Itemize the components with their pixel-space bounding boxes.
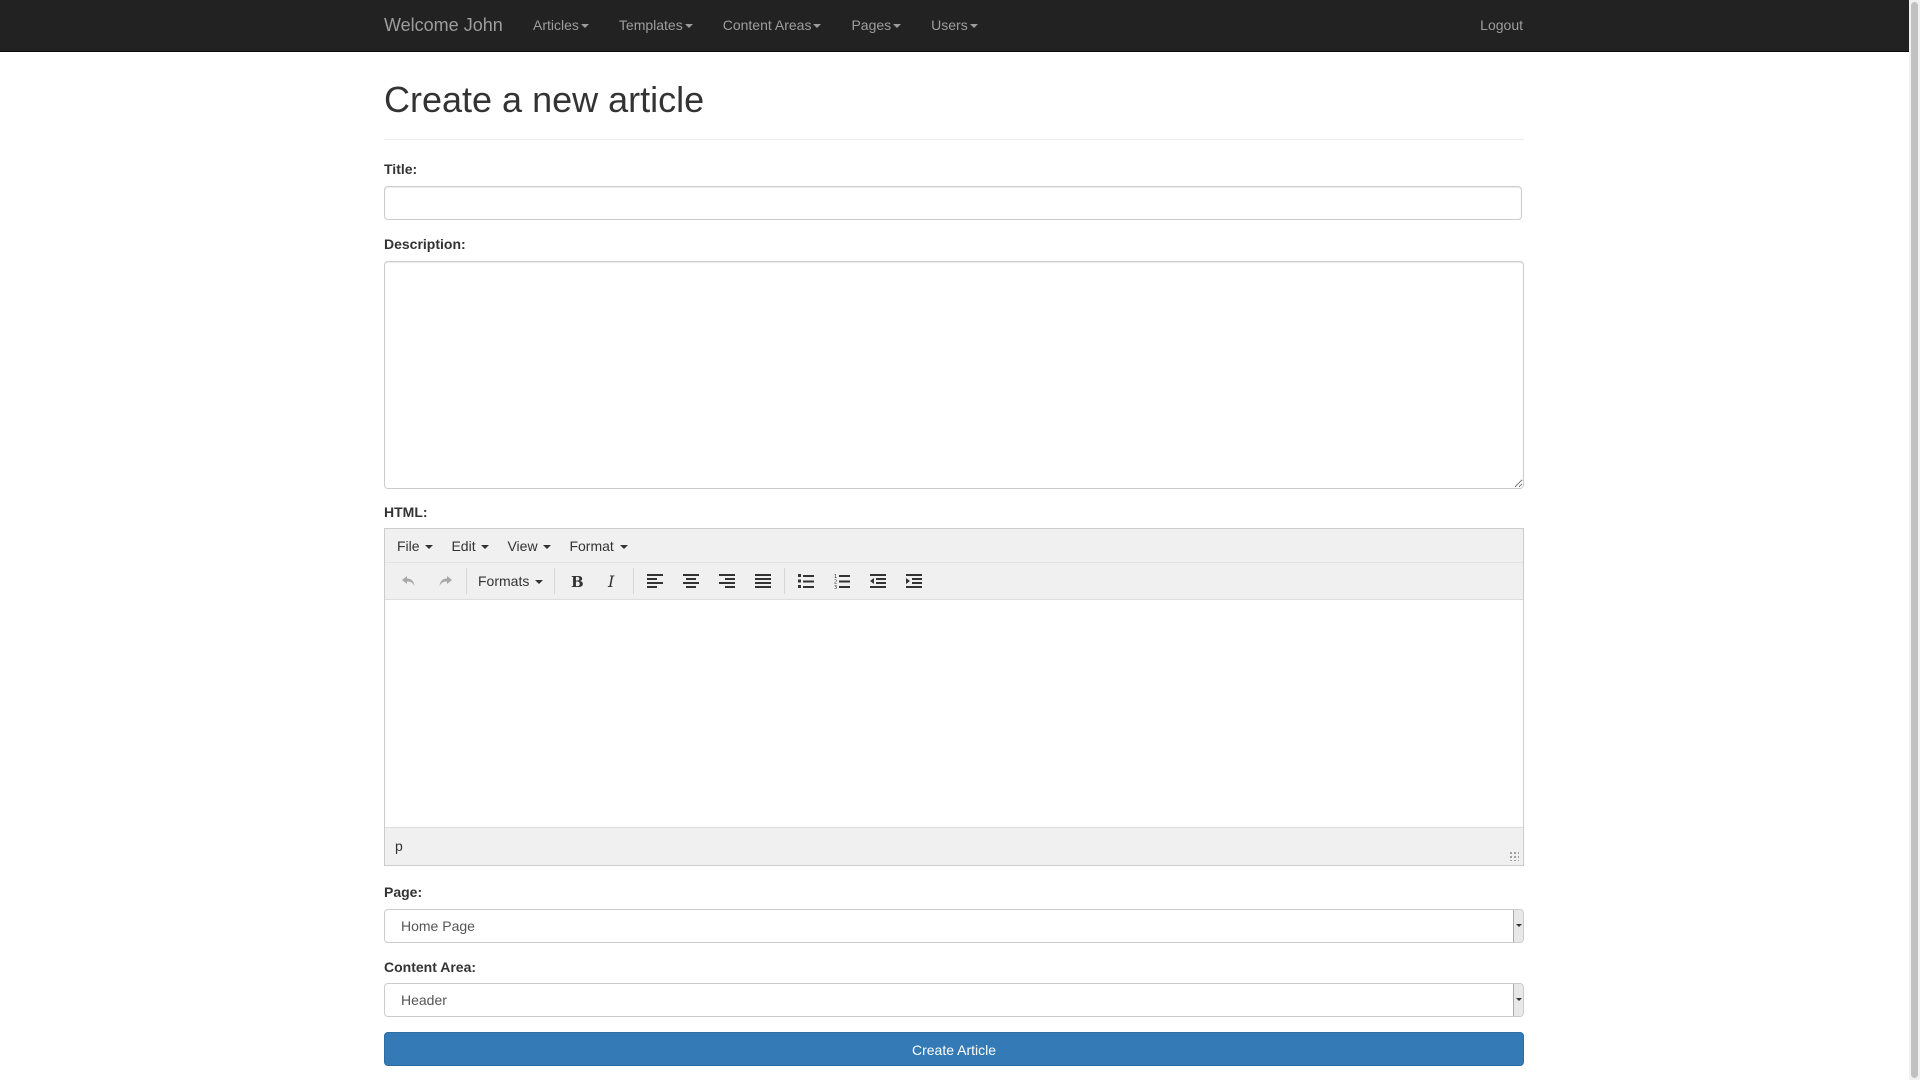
menu-format[interactable]: Format [563, 529, 633, 563]
caret-down-icon [893, 24, 902, 29]
nav-item-label: Content Areas [722, 17, 812, 33]
html-label: HTML: [384, 504, 428, 520]
chevron-down-icon [1513, 984, 1523, 1016]
caret-down-icon [481, 545, 490, 550]
caret-down-icon [425, 545, 434, 550]
page-scrollbar[interactable] [1909, 0, 1920, 1080]
nav-item-content-areas[interactable]: Content Areas [708, 0, 837, 51]
italic-icon: I [607, 573, 615, 589]
menu-label: View [507, 538, 538, 554]
nav-item-pages[interactable]: Pages [836, 0, 916, 51]
align-right-button[interactable] [709, 566, 745, 596]
chevron-down-icon [1513, 910, 1523, 942]
align-right-icon [719, 574, 736, 588]
undo-button[interactable] [391, 566, 427, 596]
svg-text:I: I [607, 573, 615, 589]
bullet-list-icon [798, 574, 815, 588]
description-label: Description: [384, 236, 466, 252]
navbar-menu: Articles Templates Content Areas Pages U… [518, 0, 993, 51]
editor-toolbar: Formats B I 1 2 3 [385, 563, 1523, 600]
menu-label: Format [569, 538, 614, 554]
nav-item-users[interactable]: Users [916, 0, 993, 51]
menu-label: File [397, 538, 420, 554]
align-center-icon [683, 574, 700, 588]
caret-down-icon [969, 24, 978, 29]
menu-file[interactable]: File [391, 529, 439, 563]
description-textarea[interactable] [384, 261, 1524, 489]
undo-icon [402, 576, 415, 586]
formats-label: Formats [478, 573, 530, 589]
redo-button[interactable] [427, 566, 463, 596]
resize-grip-icon[interactable] [1509, 851, 1519, 861]
page-label: Page: [384, 884, 423, 900]
caret-down-icon [684, 24, 693, 29]
formats-dropdown[interactable]: Formats [470, 566, 551, 596]
svg-text:3: 3 [834, 585, 837, 589]
nav-item-articles[interactable]: Articles [518, 0, 604, 51]
scrollbar-thumb[interactable] [1911, 2, 1918, 1078]
svg-text:B: B [571, 573, 584, 589]
caret-down-icon [619, 545, 628, 550]
editor-statusbar: p [385, 827, 1523, 865]
content-area-select-value: Header [401, 992, 447, 1008]
logout-link[interactable]: Logout [1480, 0, 1523, 51]
content-area-label: Content Area: [384, 959, 477, 975]
caret-down-icon [813, 24, 822, 29]
caret-down-icon [535, 580, 544, 585]
editor-content-area[interactable] [385, 600, 1523, 828]
indent-button[interactable] [896, 566, 932, 596]
page-title: Create a new article [384, 79, 705, 120]
nav-item-templates[interactable]: Templates [604, 0, 708, 51]
html-editor: File Edit View Format Formats B I 1 2 3 … [384, 528, 1524, 866]
toolbar-separator [633, 568, 635, 594]
bullet-list-button[interactable] [788, 566, 824, 596]
menu-view[interactable]: View [501, 529, 557, 563]
outdent-icon [870, 574, 887, 588]
align-justify-icon [755, 574, 772, 588]
menu-edit[interactable]: Edit [445, 529, 495, 563]
menu-label: Edit [451, 538, 476, 554]
header-divider [384, 139, 1524, 140]
align-justify-button[interactable] [745, 566, 781, 596]
page-select-value: Home Page [401, 918, 475, 934]
nav-item-label: Templates [618, 17, 683, 33]
nav-item-label: Users [931, 17, 968, 33]
redo-icon [439, 576, 452, 586]
toolbar-separator [554, 568, 556, 594]
create-article-button[interactable]: Create Article [384, 1032, 1524, 1066]
caret-down-icon [543, 545, 552, 550]
numbered-list-button[interactable]: 123 [824, 566, 860, 596]
outdent-button[interactable] [860, 566, 896, 596]
bold-button[interactable]: B [558, 566, 594, 596]
page-select[interactable]: Home Page [384, 909, 1524, 943]
content-area-select[interactable]: Header [384, 983, 1524, 1017]
toolbar-separator [784, 568, 786, 594]
align-left-button[interactable] [637, 566, 673, 596]
italic-button[interactable]: I [594, 566, 630, 596]
bold-icon: B [571, 573, 584, 589]
top-navbar: Welcome John Articles Templates Content … [0, 0, 1909, 52]
toolbar-separator [466, 568, 467, 594]
element-path[interactable]: p [395, 838, 403, 854]
align-center-button[interactable] [673, 566, 709, 596]
navbar-brand[interactable]: Welcome John [384, 0, 503, 51]
editor-menubar: File Edit View Format [385, 529, 1523, 563]
align-left-icon [647, 574, 664, 588]
caret-down-icon [580, 24, 589, 29]
title-input[interactable] [384, 186, 1522, 220]
numbered-list-icon: 123 [834, 574, 851, 589]
nav-item-label: Pages [851, 17, 892, 33]
title-label: Title: [384, 161, 418, 177]
description-wrapper [384, 261, 1524, 489]
indent-icon [906, 574, 923, 588]
nav-item-label: Articles [533, 17, 579, 33]
